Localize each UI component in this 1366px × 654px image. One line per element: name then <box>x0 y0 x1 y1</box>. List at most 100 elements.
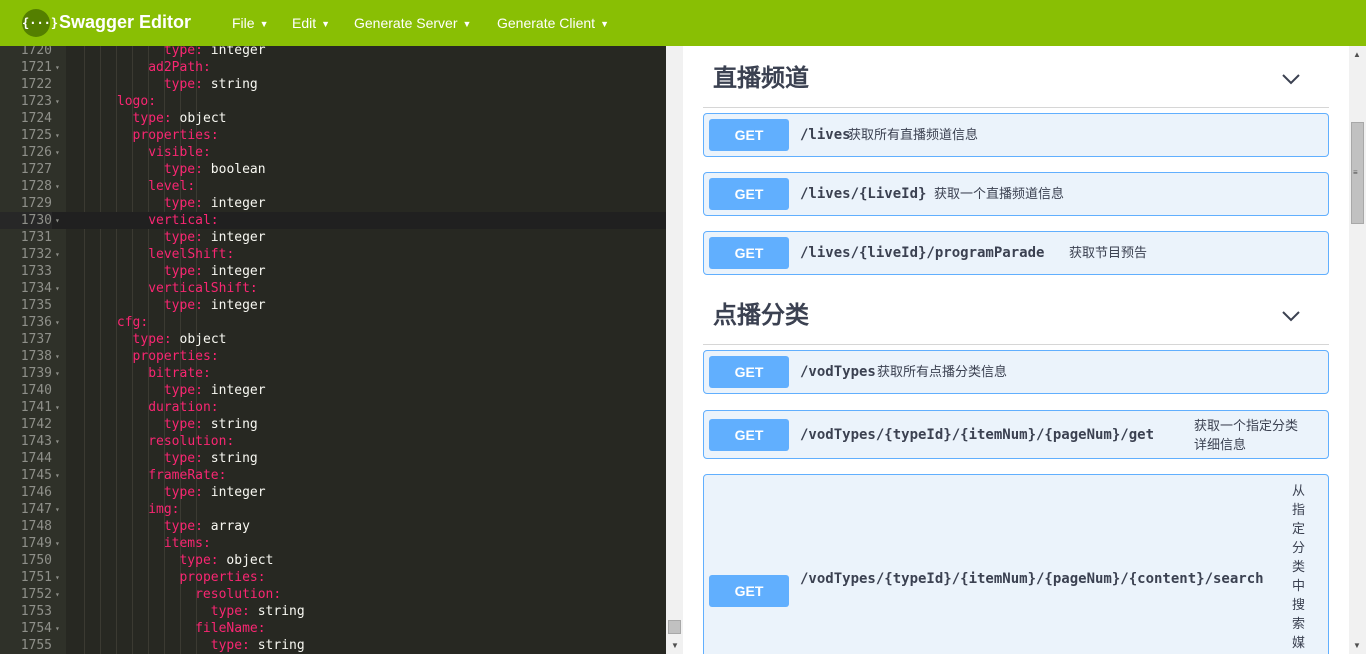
api-preview-panel: 直播频道 GET/lives 获取所有直播频道信息 GET/lives/{LiveId… <box>683 46 1349 654</box>
operation-summary: 从指定分类中搜索媒体 <box>1292 483 1306 650</box>
menu-file[interactable]: File ▼ <box>232 14 268 33</box>
line-number: 1727 <box>20 162 52 177</box>
yaml-value: integer <box>202 230 266 245</box>
code-text: resolution: <box>195 586 281 603</box>
menu-edit[interactable]: Edit ▼ <box>292 14 330 33</box>
fold-toggle-icon[interactable]: ▾ <box>55 501 63 518</box>
fold-toggle-icon[interactable]: ▾ <box>55 433 63 450</box>
code-line[interactable]: 1735 type: integer <box>0 297 666 314</box>
operation-get[interactable]: GET/vodTypes/{typeId}/{itemNum}/{pageNum… <box>703 474 1329 654</box>
code-line[interactable]: 1751 ▾ properties: <box>0 569 666 586</box>
code-line[interactable]: 1723 ▾ logo: <box>0 93 666 110</box>
yaml-key: vertical: <box>148 213 219 228</box>
operation-get[interactable]: GET/vodTypes/{typeId}/{itemNum}/{pageNum… <box>703 410 1329 459</box>
operation-get[interactable]: GET/lives/{LiveId} 获取一个直播频道信息 <box>703 172 1329 216</box>
code-line[interactable]: 1755 type: string <box>0 637 666 654</box>
code-line[interactable]: 1730 ▾ vertical: <box>0 212 666 229</box>
code-line[interactable]: 1724 type: object <box>0 110 666 127</box>
line-number: 1744 <box>20 451 52 466</box>
operation-summary: 获取一个直播频道信息 <box>934 186 1065 201</box>
code-line[interactable]: 1741 ▾ duration: <box>0 399 666 416</box>
code-line[interactable]: 1746 type: integer <box>0 484 666 501</box>
code-line[interactable]: 1733 type: integer <box>0 263 666 280</box>
code-line[interactable]: 1736 ▾ cfg: <box>0 314 666 331</box>
fold-toggle-icon[interactable]: ▾ <box>55 178 63 195</box>
code-line[interactable]: 1720 type: integer <box>0 46 666 59</box>
code-line[interactable]: 1732 ▾ levelShift: <box>0 246 666 263</box>
code-line[interactable]: 1747 ▾ img: <box>0 501 666 518</box>
fold-toggle-icon[interactable]: ▾ <box>55 59 63 76</box>
menu-generate-client[interactable]: Generate Client ▼ <box>497 14 609 33</box>
fold-toggle-icon[interactable]: ▾ <box>55 365 63 382</box>
code-text: type: array <box>164 518 250 535</box>
line-number: 1721 <box>20 60 52 75</box>
chevron-down-icon[interactable] <box>1281 69 1301 89</box>
operation-get[interactable]: GET/lives/{liveId}/programParade 获取节目预告 <box>703 231 1329 275</box>
fold-toggle-icon[interactable]: ▾ <box>55 535 63 552</box>
code-text: type: object <box>179 552 273 569</box>
code-line[interactable]: 1725 ▾ properties: <box>0 127 666 144</box>
code-line[interactable]: 1749 ▾ items: <box>0 535 666 552</box>
code-line[interactable]: 1722 type: string <box>0 76 666 93</box>
fold-toggle-icon[interactable]: ▾ <box>55 620 63 637</box>
yaml-key: fileName: <box>195 621 266 636</box>
fold-toggle-icon[interactable]: ▾ <box>55 280 63 297</box>
fold-toggle-icon[interactable]: ▾ <box>55 586 63 603</box>
fold-toggle-icon[interactable]: ▾ <box>55 569 63 586</box>
yaml-value: object <box>171 332 227 347</box>
code-line[interactable]: 1728 ▾ level: <box>0 178 666 195</box>
scroll-down-arrow-icon[interactable]: ▼ <box>671 641 679 650</box>
code-line[interactable]: 1742 type: string <box>0 416 666 433</box>
menu-generate-server[interactable]: Generate Server ▼ <box>354 14 471 33</box>
fold-toggle-icon[interactable]: ▾ <box>55 399 63 416</box>
code-line[interactable]: 1750 type: object <box>0 552 666 569</box>
code-line[interactable]: 1731 type: integer <box>0 229 666 246</box>
fold-toggle-icon[interactable]: ▾ <box>55 246 63 263</box>
code-line[interactable]: 1729 type: integer <box>0 195 666 212</box>
section-title[interactable]: 点播分类 <box>713 301 809 331</box>
scroll-grip-icon: ≡ <box>1353 168 1358 177</box>
line-number: 1743 <box>20 434 52 449</box>
code-line[interactable]: 1739 ▾ bitrate: <box>0 365 666 382</box>
fold-toggle-icon[interactable]: ▾ <box>55 467 63 484</box>
yaml-value: string <box>249 638 305 653</box>
code-line[interactable]: 1743 ▾ resolution: <box>0 433 666 450</box>
fold-toggle-icon[interactable]: ▾ <box>55 314 63 331</box>
fold-toggle-icon[interactable]: ▾ <box>55 144 63 161</box>
code-line[interactable]: 1753 type: string <box>0 603 666 620</box>
scroll-down-arrow-icon[interactable]: ▼ <box>1353 641 1361 650</box>
operation-get[interactable]: GET/lives 获取所有直播频道信息 <box>703 113 1329 157</box>
code-line[interactable]: 1740 type: integer <box>0 382 666 399</box>
code-line[interactable]: 1726 ▾ visible: <box>0 144 666 161</box>
fold-toggle-icon[interactable]: ▾ <box>55 348 63 365</box>
code-line[interactable]: 1737 type: object <box>0 331 666 348</box>
code-line[interactable]: 1727 type: boolean <box>0 161 666 178</box>
scroll-up-arrow-icon[interactable]: ▲ <box>1353 50 1361 59</box>
section-title[interactable]: 直播频道 <box>713 64 809 94</box>
code-line[interactable]: 1754 ▾ fileName: <box>0 620 666 637</box>
code-text: items: <box>164 535 211 552</box>
fold-toggle-icon[interactable]: ▾ <box>55 93 63 110</box>
operation-get[interactable]: GET/vodTypes 获取所有点播分类信息 <box>703 350 1329 394</box>
code-line[interactable]: 1721 ▾ ad2Path: <box>0 59 666 76</box>
code-line[interactable]: 1745 ▾ frameRate: <box>0 467 666 484</box>
line-number: 1749 <box>20 536 52 551</box>
app-title[interactable]: Swagger Editor <box>59 11 191 33</box>
line-number: 1735 <box>20 298 52 313</box>
fold-toggle-icon[interactable]: ▾ <box>55 127 63 144</box>
yaml-editor[interactable]: 1720 type: integer 1721 ▾ ad2Path: 1722 type: … <box>0 46 666 654</box>
code-line[interactable]: 1744 type: string <box>0 450 666 467</box>
fold-toggle-icon[interactable]: ▾ <box>55 212 63 229</box>
operation-path: /vodTypes <box>800 364 876 380</box>
yaml-value: string <box>202 417 258 432</box>
editor-scrollbar-thumb[interactable] <box>668 620 681 634</box>
chevron-down-icon[interactable] <box>1281 306 1301 326</box>
line-number: 1752 <box>20 587 52 602</box>
code-line[interactable]: 1738 ▾ properties: <box>0 348 666 365</box>
yaml-value: integer <box>202 383 266 398</box>
editor-scrollbar[interactable] <box>666 46 683 654</box>
swagger-logo-icon[interactable]: {···} <box>22 9 58 37</box>
code-line[interactable]: 1748 type: array <box>0 518 666 535</box>
code-line[interactable]: 1752 ▾ resolution: <box>0 586 666 603</box>
code-line[interactable]: 1734 ▾ verticalShift: <box>0 280 666 297</box>
